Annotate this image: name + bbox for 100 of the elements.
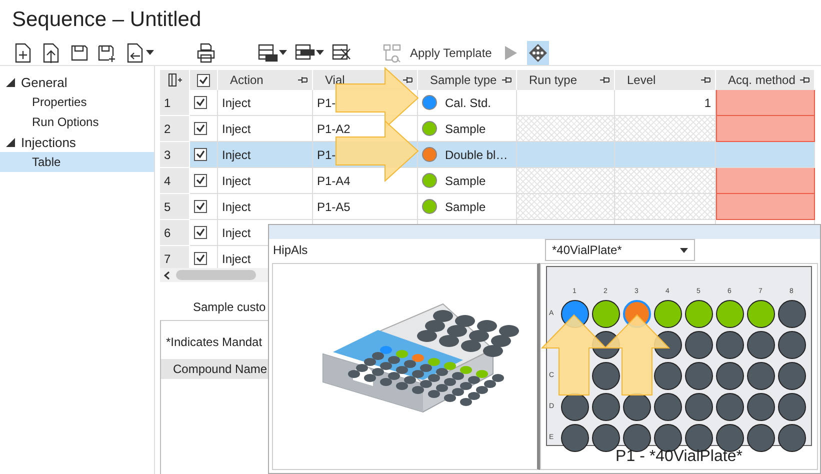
- pin-icon[interactable]: [502, 76, 512, 84]
- well[interactable]: [684, 392, 712, 420]
- well[interactable]: [622, 424, 650, 452]
- table-cell: Inject: [218, 194, 313, 220]
- checkbox[interactable]: [194, 96, 207, 109]
- plate-dropdown[interactable]: *40VialPlate*: [545, 239, 695, 261]
- well[interactable]: [716, 330, 744, 358]
- well[interactable]: [684, 300, 712, 328]
- plate-caption: P1 - *40VialPlate*: [616, 447, 742, 466]
- mandatory-note: *Indicates Mandat: [166, 335, 262, 351]
- caret-icon[interactable]: [316, 50, 324, 55]
- well[interactable]: [778, 424, 806, 452]
- well[interactable]: [778, 362, 806, 390]
- new-document-icon: [13, 42, 33, 62]
- rows-icon: [295, 42, 315, 62]
- pin-icon[interactable]: [701, 76, 711, 84]
- table-cell: Inject: [218, 116, 313, 142]
- plate-view-button[interactable]: [526, 40, 549, 64]
- well[interactable]: [684, 362, 712, 390]
- scrollbar-thumb[interactable]: [176, 270, 256, 280]
- column-header[interactable]: Level: [615, 70, 716, 90]
- well[interactable]: [716, 362, 744, 390]
- checkbox[interactable]: [194, 252, 207, 265]
- tree-item[interactable]: General: [0, 72, 154, 92]
- column-header[interactable]: Sample type: [418, 70, 517, 90]
- well[interactable]: [560, 424, 588, 452]
- well[interactable]: [592, 300, 620, 328]
- well[interactable]: [684, 330, 712, 358]
- upload-document-icon: [41, 42, 61, 62]
- row-number: 4: [160, 168, 190, 194]
- sample-type: Sample: [445, 200, 486, 214]
- tree-item[interactable]: Injections: [0, 132, 154, 152]
- table-cell: P1-A4: [313, 168, 418, 194]
- well[interactable]: [746, 362, 774, 390]
- well[interactable]: [746, 424, 774, 452]
- checkbox[interactable]: [194, 226, 207, 239]
- well[interactable]: [654, 362, 682, 390]
- tree-item[interactable]: Table: [0, 152, 154, 172]
- well[interactable]: [746, 300, 774, 328]
- pin-icon[interactable]: [298, 76, 308, 84]
- column-header[interactable]: Action: [218, 70, 313, 90]
- window-title: Sequence – Untitled: [11, 7, 202, 33]
- well[interactable]: [746, 330, 774, 358]
- row-number: 6: [160, 220, 190, 246]
- caret-icon[interactable]: [279, 50, 287, 55]
- tree-item[interactable]: Properties: [0, 92, 154, 112]
- checkbox[interactable]: [194, 148, 207, 161]
- save-icon: [69, 42, 89, 62]
- tab[interactable]: Sample custo: [193, 300, 266, 314]
- well[interactable]: [592, 362, 620, 390]
- well[interactable]: [654, 392, 682, 420]
- rows-icon: [258, 42, 278, 62]
- pin-icon[interactable]: [600, 76, 610, 84]
- column-chooser-icon[interactable]: [160, 70, 190, 90]
- table-cell: 1: [615, 90, 716, 116]
- pin-icon[interactable]: [800, 76, 810, 84]
- well[interactable]: [778, 330, 806, 358]
- well[interactable]: [592, 424, 620, 452]
- plate-icon: [528, 42, 548, 62]
- row-number: 2: [160, 116, 190, 142]
- tree-item[interactable]: Run Options: [0, 112, 154, 132]
- template-search-icon: [382, 42, 402, 62]
- export-document-icon: [125, 42, 145, 62]
- expanded-icon[interactable]: [6, 78, 15, 86]
- well[interactable]: [716, 392, 744, 420]
- well[interactable]: [592, 392, 620, 420]
- well[interactable]: [778, 300, 806, 328]
- sample-type: Cal. Std.: [445, 96, 492, 110]
- row-number: 5: [160, 194, 190, 220]
- printer-icon: [196, 42, 216, 62]
- expanded-icon[interactable]: [6, 138, 15, 146]
- well[interactable]: [716, 300, 744, 328]
- caret-icon[interactable]: [146, 50, 154, 55]
- delete-rows-icon: [332, 42, 352, 62]
- row-number: 7: [160, 246, 190, 268]
- apply-template-button[interactable]: Apply Template: [409, 40, 493, 64]
- module-label: HipAls: [273, 243, 309, 257]
- scroll-left-icon[interactable]: [164, 270, 170, 280]
- column-header[interactable]: Run type: [517, 70, 615, 90]
- row-number: 1: [160, 90, 190, 116]
- save-plus-icon: [97, 42, 117, 62]
- checkbox[interactable]: [194, 174, 207, 187]
- row-number: 3: [160, 142, 190, 168]
- well[interactable]: [778, 392, 806, 420]
- well[interactable]: [654, 300, 682, 328]
- table-cell: Inject: [218, 168, 313, 194]
- sample-type: Double bl…: [445, 148, 508, 162]
- pin-icon[interactable]: [403, 76, 413, 84]
- table-cell: P1-A5: [313, 194, 418, 220]
- checkbox[interactable]: [197, 74, 210, 86]
- table-cell: Inject: [218, 142, 313, 168]
- checkbox[interactable]: [194, 200, 207, 213]
- column-header[interactable]: Acq. method: [716, 70, 815, 90]
- sample-type: Sample: [445, 122, 486, 136]
- well[interactable]: [746, 392, 774, 420]
- table-cell: Inject: [218, 90, 313, 116]
- checkbox[interactable]: [194, 122, 207, 135]
- sample-type: Sample: [445, 174, 486, 188]
- column-header[interactable]: Compound Name: [161, 359, 271, 379]
- print-button[interactable]: [195, 40, 217, 64]
